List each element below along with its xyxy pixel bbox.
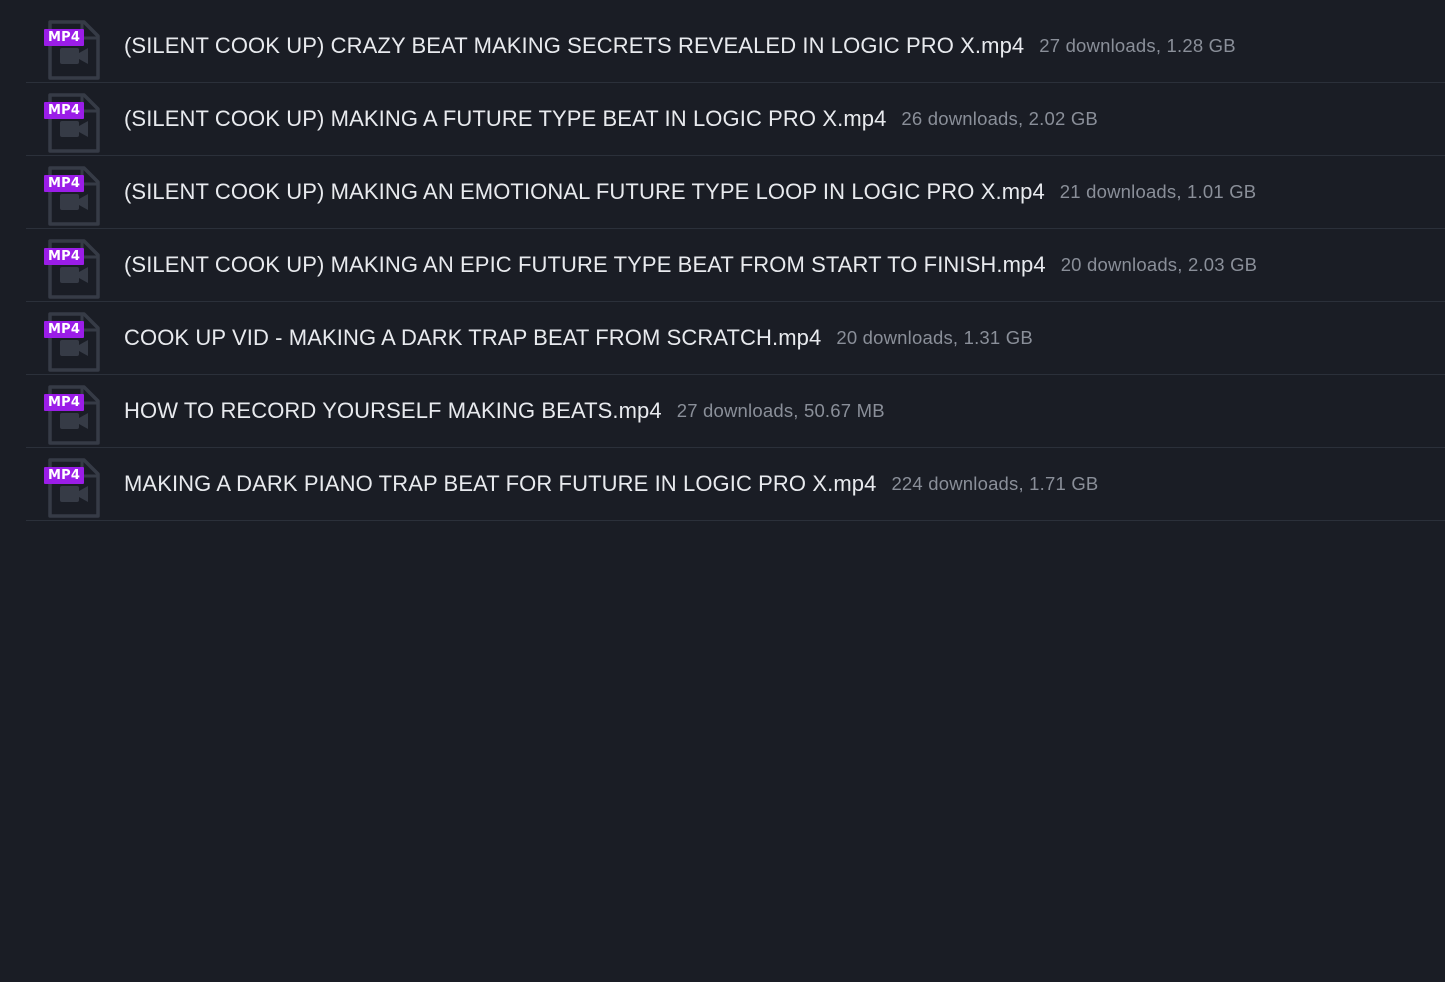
file-row[interactable]: MP4 COOK UP VID - MAKING A DARK TRAP BEA…	[26, 302, 1445, 375]
file-row[interactable]: MP4 MAKING A DARK PIANO TRAP BEAT FOR FU…	[26, 448, 1445, 521]
file-meta: 27 downloads, 1.28 GB	[1039, 35, 1236, 56]
file-name-link[interactable]: (SILENT COOK UP) MAKING A FUTURE TYPE BE…	[124, 106, 886, 132]
file-row[interactable]: MP4 (SILENT COOK UP) MAKING AN EMOTIONAL…	[26, 156, 1445, 229]
mp4-badge: MP4	[44, 29, 85, 46]
mp4-badge: MP4	[44, 248, 85, 265]
file-name-link[interactable]: COOK UP VID - MAKING A DARK TRAP BEAT FR…	[124, 325, 821, 351]
mp4-badge: MP4	[44, 175, 85, 192]
file-name-link[interactable]: MAKING A DARK PIANO TRAP BEAT FOR FUTURE…	[124, 471, 876, 497]
file-name-link[interactable]: (SILENT COOK UP) MAKING AN EMOTIONAL FUT…	[124, 179, 1045, 205]
file-meta: 20 downloads, 2.03 GB	[1060, 254, 1258, 275]
file-name-link[interactable]: (SILENT COOK UP) MAKING AN EPIC FUTURE T…	[124, 252, 1046, 278]
mp4-badge: MP4	[44, 467, 85, 484]
file-row[interactable]: MP4 (SILENT COOK UP) MAKING A FUTURE TYP…	[26, 83, 1445, 156]
video-file-icon: MP4	[44, 235, 102, 299]
file-list: MP4 (SILENT COOK UP) CRAZY BEAT MAKING S…	[26, 10, 1445, 521]
mp4-badge: MP4	[44, 102, 85, 119]
file-name-link[interactable]: (SILENT COOK UP) CRAZY BEAT MAKING SECRE…	[124, 33, 1024, 59]
file-name-link[interactable]: HOW TO RECORD YOURSELF MAKING BEATS.mp4	[124, 398, 662, 424]
video-file-icon: MP4	[44, 454, 102, 518]
file-meta: 20 downloads, 1.31 GB	[836, 327, 1033, 348]
mp4-badge: MP4	[44, 394, 85, 411]
file-meta: 27 downloads, 50.67 MB	[676, 400, 885, 421]
video-file-icon: MP4	[44, 89, 102, 153]
file-meta: 224 downloads, 1.71 GB	[891, 473, 1099, 494]
file-meta: 26 downloads, 2.02 GB	[901, 108, 1098, 129]
video-file-icon: MP4	[44, 308, 102, 372]
file-meta: 21 downloads, 1.01 GB	[1059, 181, 1257, 202]
video-file-icon: MP4	[44, 162, 102, 226]
file-row[interactable]: MP4 (SILENT COOK UP) CRAZY BEAT MAKING S…	[26, 10, 1445, 83]
file-row[interactable]: MP4 (SILENT COOK UP) MAKING AN EPIC FUTU…	[26, 229, 1445, 302]
video-file-icon: MP4	[44, 16, 102, 80]
mp4-badge: MP4	[44, 321, 85, 338]
file-row[interactable]: MP4 HOW TO RECORD YOURSELF MAKING BEATS.…	[26, 375, 1445, 448]
video-file-icon: MP4	[44, 381, 102, 445]
